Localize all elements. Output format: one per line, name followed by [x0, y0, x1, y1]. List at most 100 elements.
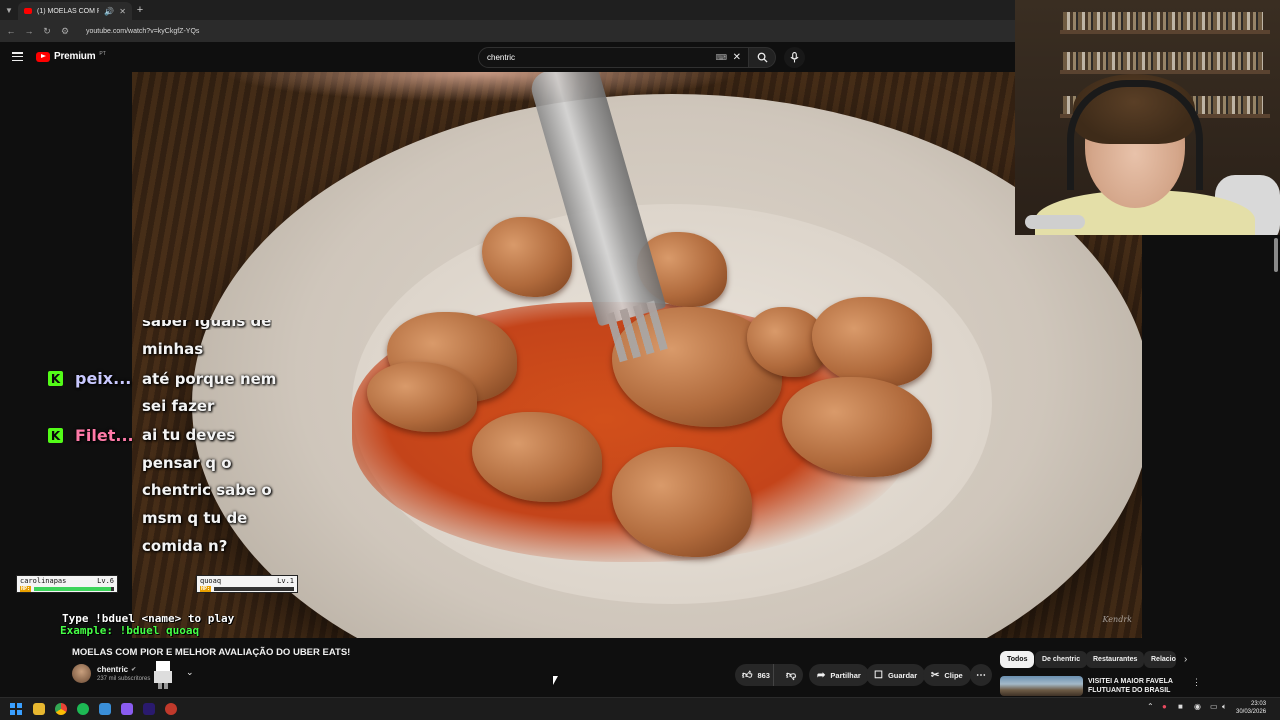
- scissors-icon: ✂: [931, 669, 940, 681]
- chrome-icon[interactable]: [55, 703, 67, 715]
- file-explorer-icon[interactable]: [33, 703, 45, 715]
- scrollbar-thumb[interactable]: [1274, 238, 1278, 272]
- share-button[interactable]: ➦ Partilhar: [809, 664, 869, 686]
- chip-restaurants[interactable]: Restaurantes: [1086, 651, 1145, 668]
- chat-message: ai tu deves: [142, 426, 236, 444]
- bookshelf-books: [1063, 12, 1263, 30]
- search-input[interactable]: chentric ⌨ ✕: [478, 47, 750, 68]
- chevron-down-icon[interactable]: ⌄: [186, 667, 194, 678]
- recommended-video-title[interactable]: VISITEI A MAIOR FAVELA FLUTUANTE DO BRAS…: [1088, 677, 1184, 695]
- mouse-cursor-icon: [553, 676, 558, 685]
- screen: ▼ (1) MOELAS COM PIOR E M 🔊 ✕ + ← → ↻ ⚙ …: [0, 0, 1280, 720]
- windows-taskbar: ⌃ ● ■ ◉ ▭ 🔈︎: [0, 697, 1280, 720]
- chat-message: msm q tu de: [142, 509, 248, 527]
- duel-player-level: Lv.1: [277, 577, 294, 585]
- hp-label: HP:: [200, 586, 212, 592]
- chip-related[interactable]: Relacio: [1144, 651, 1176, 668]
- chat-message: até porque nem: [142, 370, 277, 388]
- recommended-video-thumbnail[interactable]: [1000, 676, 1083, 696]
- pixel-robot-icon: [150, 659, 176, 689]
- chip-from-channel[interactable]: De chentric: [1035, 651, 1088, 668]
- spotify-icon[interactable]: [77, 703, 89, 715]
- bookshelf-books: [1063, 52, 1263, 70]
- chat-message: minhas: [142, 340, 204, 358]
- chevron-right-icon[interactable]: ›: [1184, 654, 1187, 665]
- forward-arrow-icon[interactable]: →: [24, 26, 34, 36]
- logo-region: PT: [99, 50, 106, 57]
- voice-search-button[interactable]: [784, 47, 805, 68]
- search-button[interactable]: [748, 47, 776, 68]
- volume-icon[interactable]: 🔈︎: [1222, 702, 1227, 712]
- back-arrow-icon[interactable]: ←: [6, 26, 16, 36]
- bookshelf-shelf: [1060, 30, 1270, 34]
- save-button[interactable]: ☐ Guardar: [866, 664, 926, 686]
- more-options-icon[interactable]: ⋮: [1192, 677, 1201, 688]
- logo-text: Premium: [54, 51, 96, 62]
- subscriber-count: 237 mil subscritores: [97, 676, 151, 682]
- premiere-icon[interactable]: [143, 703, 155, 715]
- search-value: chentric: [487, 53, 516, 62]
- bookmark-icon: ☐: [874, 669, 883, 681]
- chat-message: sei fazer: [142, 397, 215, 415]
- youtube-premium-logo[interactable]: Premium PT: [36, 51, 106, 62]
- keyboard-icon[interactable]: ⌨: [715, 53, 727, 62]
- browser-tab[interactable]: (1) MOELAS COM PIOR E M 🔊 ✕: [18, 2, 132, 20]
- app-icon[interactable]: [121, 703, 133, 715]
- photos-icon[interactable]: [99, 703, 111, 715]
- url-field[interactable]: youtube.com/watch?v=kyCkgfZ-YQs: [86, 28, 199, 35]
- search-icon: [757, 52, 768, 63]
- dislike-button[interactable]: 👎︎: [779, 669, 803, 681]
- tab-title: (1) MOELAS COM PIOR E M: [37, 7, 100, 15]
- share-icon: ➦: [817, 669, 826, 681]
- duel-card-player1: carolinapas Lv.6 HP:: [16, 575, 118, 593]
- clear-search-icon[interactable]: ✕: [733, 52, 741, 63]
- kick-badge-icon: K: [48, 371, 63, 386]
- tab-close-icon[interactable]: ✕: [119, 7, 126, 16]
- new-tab-button[interactable]: +: [132, 0, 148, 20]
- video-player[interactable]: Kendrk: [132, 72, 1142, 638]
- site-info-icon[interactable]: ⚙: [60, 26, 70, 37]
- duel-player-level: Lv.6: [97, 577, 114, 585]
- chat-user: K peix...: [48, 369, 131, 388]
- youtube-logo-icon: [36, 51, 50, 62]
- tray-mic-icon[interactable]: ◉: [1194, 702, 1201, 711]
- menu-icon[interactable]: [12, 52, 23, 61]
- channel-avatar[interactable]: [72, 664, 91, 683]
- chat-user: K Filet...: [48, 426, 134, 445]
- microphone-arm: [1025, 215, 1085, 229]
- video-watermark: Kendrk: [1102, 615, 1132, 624]
- share-label: Partilhar: [830, 670, 861, 680]
- duel-player-name: carolinapas: [20, 577, 67, 585]
- taskbar-clock[interactable]: 23:03 30/03/2026: [1236, 700, 1266, 716]
- youtube-favicon-icon: [24, 8, 32, 14]
- save-label: Guardar: [887, 670, 918, 680]
- verified-icon: ✔: [131, 667, 137, 673]
- tray-chevron-icon[interactable]: ⌃: [1147, 702, 1154, 711]
- webcam-overlay: [1015, 0, 1280, 235]
- clip-button[interactable]: ✂ Clipe: [923, 664, 971, 686]
- like-button[interactable]: 👍︎ 863: [735, 664, 775, 686]
- chat-message: comida n?: [142, 537, 228, 555]
- like-dislike-group: 👍︎ 863 👎︎: [735, 664, 803, 686]
- network-icon[interactable]: ▭: [1210, 702, 1218, 711]
- more-icon: ⋯: [976, 669, 986, 681]
- duel-example: Example: !bduel quoaq: [60, 624, 200, 637]
- chat-username: peix...: [75, 369, 132, 388]
- obs-icon[interactable]: [165, 703, 177, 715]
- start-menu-icon[interactable]: [10, 703, 22, 715]
- chat-username: Filet...: [75, 426, 134, 445]
- more-actions-button[interactable]: ⋯: [970, 664, 992, 686]
- tray-app-icon[interactable]: ■: [1178, 702, 1183, 711]
- channel-name-text: chentric: [97, 665, 129, 674]
- hp-bar: [214, 587, 294, 591]
- clock-date: 30/03/2026: [1236, 709, 1267, 715]
- chip-all[interactable]: Todos: [1000, 651, 1035, 668]
- microphone-icon: [790, 52, 799, 63]
- reload-icon[interactable]: ↻: [42, 26, 52, 37]
- tray-app-icon[interactable]: ●: [1162, 702, 1167, 711]
- duel-card-player2: quoaq Lv.1 HP:: [196, 575, 298, 593]
- kick-badge-icon: K: [48, 428, 63, 443]
- tab-search-chevron-icon[interactable]: ▼: [0, 0, 18, 20]
- page-scrollbar[interactable]: [1272, 236, 1280, 696]
- channel-name[interactable]: chentric ✔: [97, 665, 136, 674]
